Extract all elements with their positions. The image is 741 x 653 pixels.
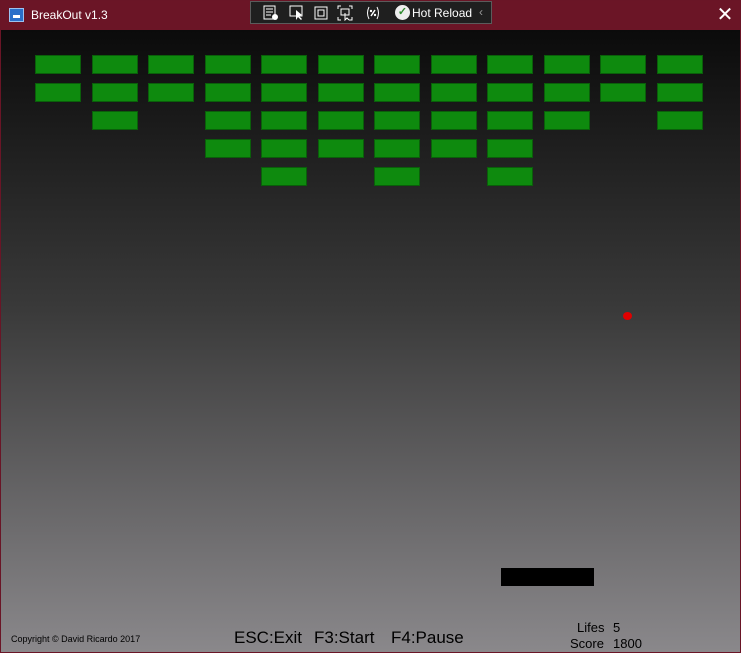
brick	[431, 55, 477, 74]
brick	[148, 55, 194, 74]
brick	[205, 55, 251, 74]
paddle[interactable]	[501, 568, 594, 586]
live-visual-tree-icon[interactable]	[263, 5, 279, 21]
brick	[487, 167, 533, 186]
lives-value: 5	[613, 620, 621, 635]
brick	[92, 55, 138, 74]
brick	[431, 111, 477, 130]
pause-hint: F4:Pause	[391, 628, 464, 647]
track-focus-icon[interactable]	[337, 5, 353, 22]
brick	[657, 55, 703, 74]
brick	[261, 167, 307, 186]
brick	[487, 55, 533, 74]
exit-hint: ESC:Exit	[234, 628, 303, 647]
brick	[487, 83, 533, 102]
brick	[205, 111, 251, 130]
brick	[318, 83, 364, 102]
brick	[318, 111, 364, 130]
brick	[205, 83, 251, 102]
brick	[35, 83, 81, 102]
brick	[261, 111, 307, 130]
brick	[374, 139, 420, 158]
app-icon	[9, 8, 24, 22]
brick	[487, 139, 533, 158]
hot-reload-label[interactable]: Hot Reload	[412, 6, 472, 20]
brick	[374, 167, 420, 186]
select-element-icon[interactable]	[289, 5, 305, 21]
brick	[318, 139, 364, 158]
brick	[374, 55, 420, 74]
brick	[318, 55, 364, 74]
brick	[92, 83, 138, 102]
brick	[148, 83, 194, 102]
window-title: BreakOut v1.3	[31, 8, 108, 22]
lives-label: Lifes	[577, 620, 605, 635]
brick	[35, 55, 81, 74]
brick	[92, 111, 138, 130]
game-area[interactable]: Copyright © David Ricardo 2017 ESC:Exit …	[1, 30, 740, 652]
collapse-toolbar-button[interactable]: ‹	[479, 5, 483, 19]
ball	[623, 312, 632, 320]
brick	[487, 111, 533, 130]
brick	[544, 55, 590, 74]
brick	[657, 83, 703, 102]
brick	[657, 111, 703, 130]
brick	[600, 83, 646, 102]
brick	[600, 55, 646, 74]
display-layout-adorners-icon[interactable]	[313, 5, 329, 21]
brick	[205, 139, 251, 158]
brick	[544, 83, 590, 102]
brick	[431, 139, 477, 158]
hot-reload-check-icon: ✓	[395, 5, 410, 20]
game-window: BreakOut v1.3 ✕ ✓ Hot Reload ‹ Copyright…	[0, 0, 741, 653]
xaml-debug-toolbar: ✓ Hot Reload ‹	[250, 1, 492, 24]
copyright-text: Copyright © David Ricardo 2017	[11, 634, 141, 644]
score-label: Score	[570, 636, 604, 651]
brick	[374, 111, 420, 130]
brick	[544, 111, 590, 130]
brick	[261, 83, 307, 102]
brick	[261, 55, 307, 74]
score-value: 1800	[613, 636, 642, 651]
brick	[431, 83, 477, 102]
brick	[374, 83, 420, 102]
close-button[interactable]: ✕	[710, 1, 740, 30]
start-hint: F3:Start	[314, 628, 375, 647]
binding-failures-icon[interactable]	[365, 5, 381, 21]
brick	[261, 139, 307, 158]
